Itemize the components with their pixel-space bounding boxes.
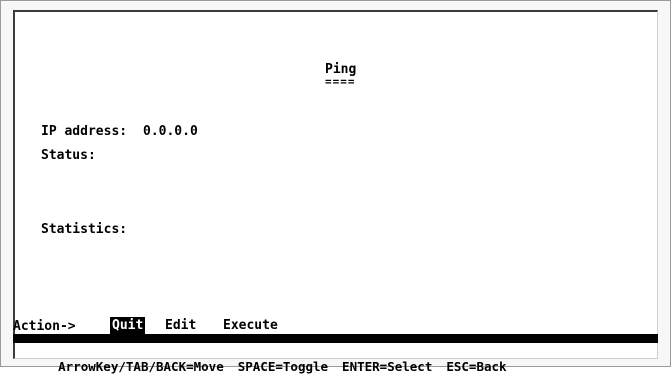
quit-action[interactable]: Quit xyxy=(110,317,146,334)
status-label: Status: xyxy=(41,148,96,163)
separator-bar xyxy=(13,334,658,343)
title-underline: ==== xyxy=(325,75,356,88)
ip-address-field[interactable]: 0.0.0.0 xyxy=(143,124,198,139)
statistics-label: Statistics: xyxy=(41,222,128,237)
execute-action[interactable]: Execute xyxy=(221,317,280,334)
action-prompt: Action-> xyxy=(13,319,76,334)
ip-address-label: IP address: xyxy=(41,124,128,139)
edit-action[interactable]: Edit xyxy=(163,317,198,334)
terminal-screen: Ping ==== IP address: 0.0.0.0 Status: St… xyxy=(13,10,658,374)
window-frame: Ping ==== IP address: 0.0.0.0 Status: St… xyxy=(0,0,671,374)
